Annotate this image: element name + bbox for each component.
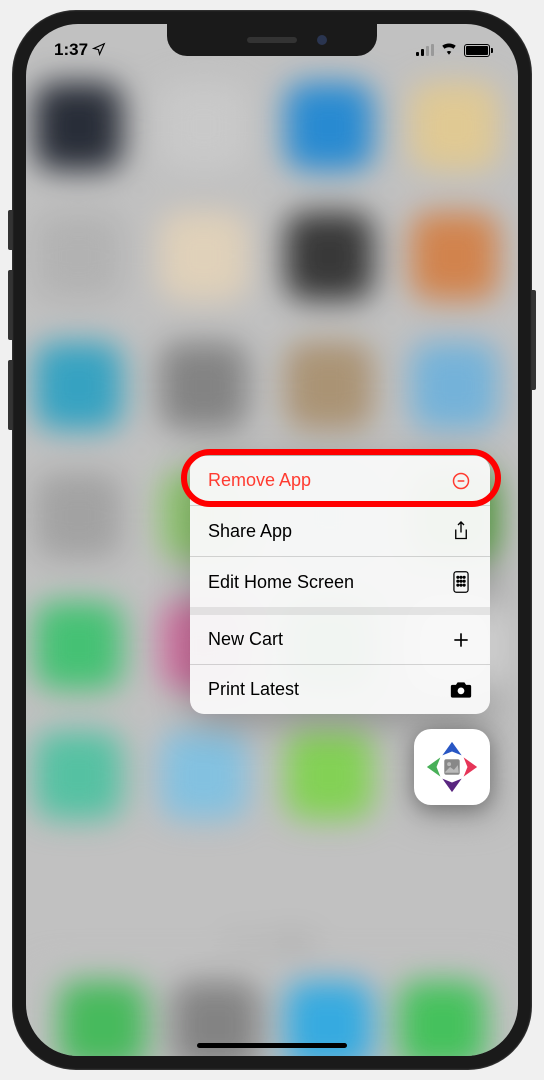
app-context-menu: Remove App Share App Edit Home Screen [190,456,490,714]
menu-edit-home-screen[interactable]: Edit Home Screen [190,557,490,615]
camera-icon [450,681,472,699]
front-camera [317,35,327,45]
menu-item-label: Edit Home Screen [208,572,354,593]
location-services-icon [92,42,106,59]
battery-icon [464,44,490,57]
focused-app-icon[interactable] [414,729,490,805]
home-indicator[interactable] [197,1043,347,1048]
menu-item-label: New Cart [208,629,283,650]
phone-frame: 1:37 [12,10,532,1070]
minus-circle-icon [450,471,472,491]
menu-new-cart[interactable]: New Cart [190,615,490,665]
notch [167,24,377,56]
menu-item-label: Remove App [208,470,311,491]
menu-print-latest[interactable]: Print Latest [190,665,490,714]
cellular-signal-icon [416,44,434,56]
share-icon [450,520,472,542]
plus-icon [450,630,472,650]
phone-screen: 1:37 [26,24,518,1056]
status-time: 1:37 [54,40,88,60]
menu-item-label: Share App [208,521,292,542]
menu-share-app[interactable]: Share App [190,506,490,557]
menu-item-label: Print Latest [208,679,299,700]
apps-grid-icon [450,571,472,593]
wifi-icon [440,40,458,60]
speaker [247,37,297,43]
menu-remove-app[interactable]: Remove App [190,456,490,506]
